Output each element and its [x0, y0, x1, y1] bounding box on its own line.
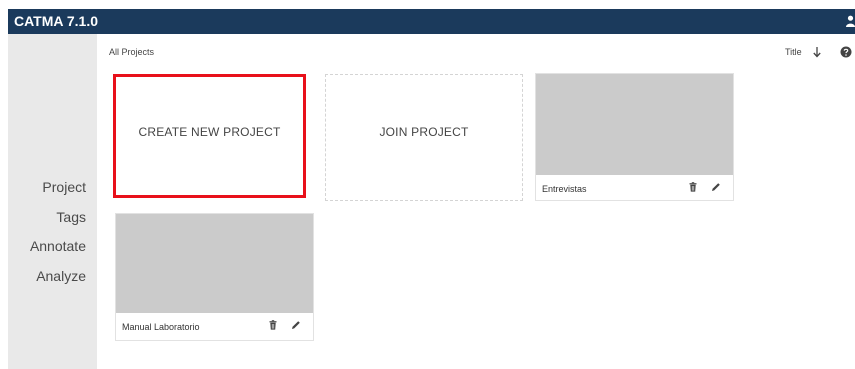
pencil-icon[interactable] — [291, 320, 301, 330]
sidebar-item-analyze[interactable]: Analyze — [36, 268, 86, 284]
help-circle-icon[interactable] — [840, 46, 852, 58]
arrow-down-icon[interactable] — [812, 45, 822, 59]
sort-label[interactable]: Title — [785, 47, 802, 57]
project-thumbnail[interactable] — [116, 214, 313, 313]
sidebar-item-annotate[interactable]: Annotate — [30, 238, 86, 254]
sidebar-item-tags[interactable]: Tags — [56, 209, 86, 225]
join-project-card[interactable]: JOIN PROJECT — [325, 74, 523, 201]
project-card-entrevistas[interactable]: Entrevistas — [535, 73, 734, 201]
project-name: Entrevistas — [542, 184, 587, 194]
left-gutter — [0, 0, 8, 369]
project-card-manual-laboratorio[interactable]: Manual Laboratorio — [115, 213, 314, 341]
breadcrumb: All Projects — [109, 47, 155, 57]
top-bar: CATMA 7.1.0 — [8, 9, 855, 34]
pencil-icon[interactable] — [711, 182, 721, 192]
app-title: CATMA 7.1.0 — [14, 13, 99, 29]
trash-icon[interactable] — [268, 320, 278, 330]
create-new-project-label: CREATE NEW PROJECT — [138, 125, 281, 139]
join-project-label: JOIN PROJECT — [379, 125, 469, 139]
project-name: Manual Laboratorio — [122, 322, 200, 332]
sidebar: Project Tags Annotate Analyze — [8, 34, 97, 369]
project-thumbnail[interactable] — [536, 74, 733, 175]
trash-icon[interactable] — [688, 182, 698, 192]
user-icon[interactable] — [846, 15, 855, 27]
sidebar-item-project[interactable]: Project — [42, 179, 86, 195]
create-new-project-card[interactable]: CREATE NEW PROJECT — [113, 74, 306, 198]
